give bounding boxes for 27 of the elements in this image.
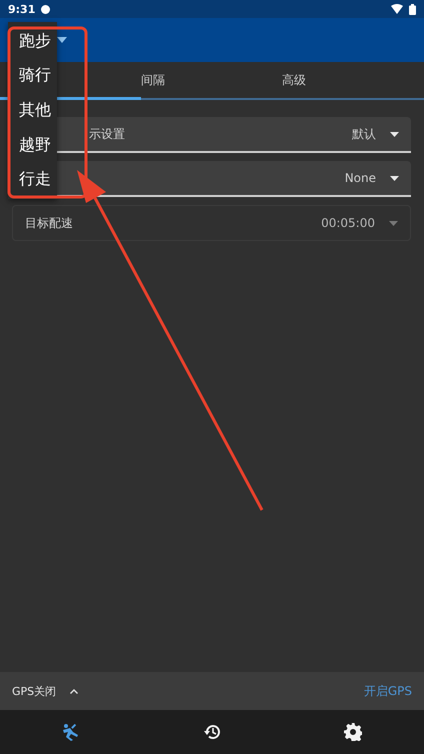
- setting-label: 示设置: [89, 126, 125, 140]
- setting-value: 默认: [352, 126, 376, 142]
- settings-icon[interactable]: [344, 723, 362, 741]
- tab[interactable]: 间隔: [141, 62, 282, 98]
- dropdown-caret-icon: [390, 132, 399, 136]
- runner-icon[interactable]: [60, 723, 81, 741]
- menu-item[interactable]: 其他: [8, 93, 57, 128]
- chevron-up-icon[interactable]: [70, 688, 78, 694]
- battery-icon: [409, 4, 416, 14]
- dropdown-caret-icon[interactable]: [57, 37, 67, 43]
- wifi-icon: [391, 4, 403, 14]
- menu-item[interactable]: 越野: [8, 128, 57, 162]
- tab[interactable]: 高级: [282, 62, 423, 98]
- setting-dropdown[interactable]: None: [57, 161, 411, 197]
- setting-dropdown[interactable]: 示设置 默认: [57, 117, 411, 153]
- notification-dot-icon: [41, 4, 50, 14]
- dropdown-caret-icon: [389, 220, 398, 226]
- dropdown-caret-icon: [390, 176, 399, 180]
- setting-label: 目标配速: [25, 216, 73, 230]
- menu-item[interactable]: 行走: [8, 162, 57, 197]
- menu-item[interactable]: 跑步: [8, 24, 57, 59]
- setting-value: None: [344, 171, 376, 185]
- history-icon[interactable]: [202, 723, 221, 741]
- setting-value: 00:05:00: [321, 216, 375, 230]
- gps-status: GPS关闭: [12, 684, 56, 698]
- menu-item[interactable]: 骑行: [8, 58, 57, 94]
- clock-time: 9:31: [8, 2, 36, 16]
